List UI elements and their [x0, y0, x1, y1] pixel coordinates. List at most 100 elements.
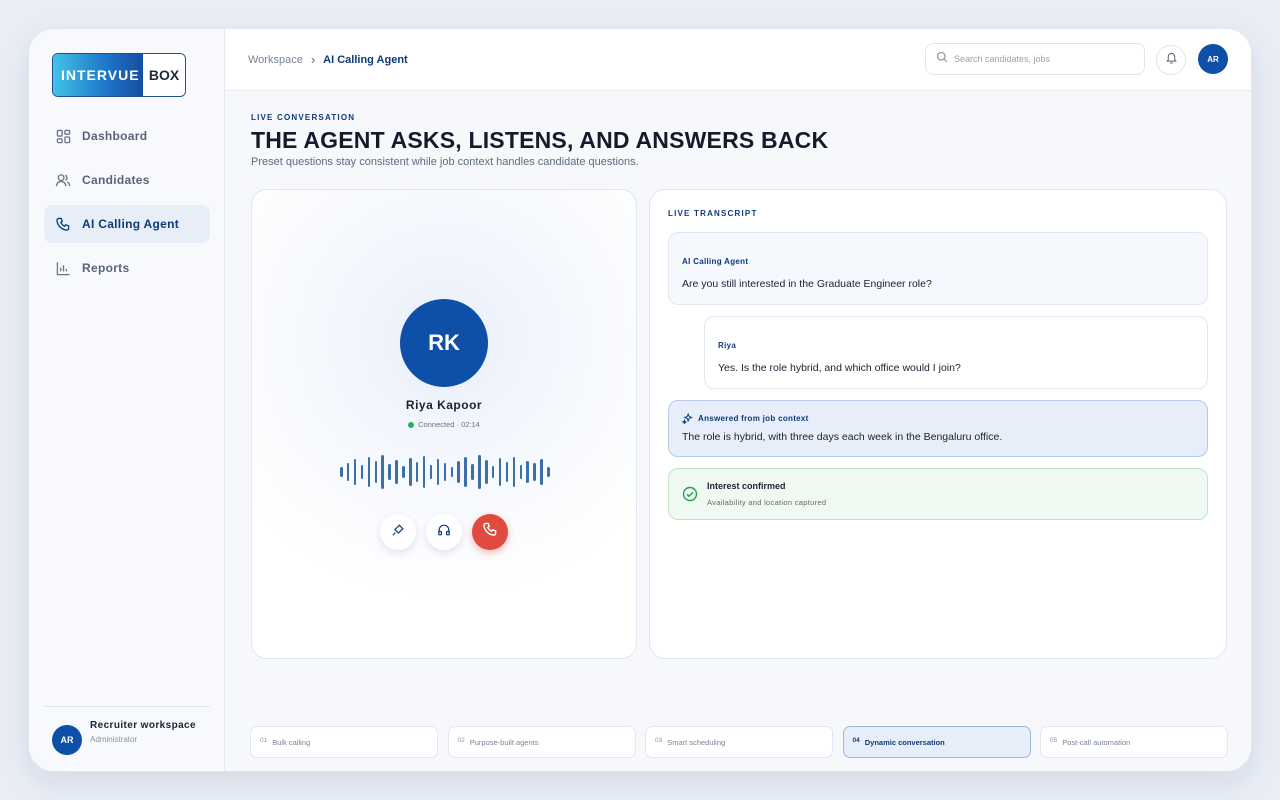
- mute-button[interactable]: [380, 514, 416, 550]
- message-speaker: AI Calling Agent: [682, 257, 749, 266]
- headphones-icon: [437, 523, 451, 542]
- audio-button[interactable]: [426, 514, 462, 550]
- waveform-bar: [346, 463, 350, 481]
- waveform-bar: [526, 461, 529, 483]
- waveform-bar: [485, 460, 488, 484]
- sidebar-item-reports[interactable]: Reports: [44, 249, 210, 287]
- waveform-bar: [402, 466, 405, 478]
- step-label: Purpose-built agents: [469, 737, 539, 747]
- step-label: Bulk calling: [272, 737, 311, 747]
- sidebar-item-label: AI Calling Agent: [82, 217, 180, 231]
- logo-text-left: INTERVUE: [53, 54, 143, 96]
- sidebar-item-label: Dashboard: [82, 129, 148, 143]
- waveform-bar: [547, 467, 550, 477]
- context-answer-text: The role is hybrid, with three days each…: [682, 431, 1003, 443]
- notifications-button[interactable]: [1156, 45, 1186, 75]
- bell-icon: [1165, 51, 1178, 69]
- waveform-bar: [471, 464, 474, 480]
- waveform-bar: [367, 457, 371, 487]
- step-number: 03: [655, 736, 663, 744]
- waveform-bar: [512, 457, 516, 487]
- phone-icon: [54, 215, 72, 233]
- step-post-call-automation[interactable]: 05 Post-call automation: [1040, 726, 1228, 758]
- search-box: [925, 43, 1145, 75]
- waveform-bar: [415, 462, 419, 482]
- search-icon: [936, 50, 948, 68]
- waveform-bar: [353, 459, 357, 485]
- waveform-bar: [381, 455, 384, 489]
- caller-name: Riya Kapoor: [405, 398, 483, 412]
- step-label: Dynamic conversation: [864, 737, 945, 747]
- topbar: Workspace › AI Calling Agent AR: [225, 29, 1251, 91]
- step-bulk-calling[interactable]: 01 Bulk calling: [250, 726, 438, 758]
- user-avatar[interactable]: AR: [1198, 44, 1228, 74]
- audio-waveform: [340, 454, 550, 490]
- waveform-bar: [422, 456, 426, 488]
- waveform-bar: [478, 455, 481, 489]
- step-number: 01: [260, 736, 268, 744]
- sidebar-item-dashboard[interactable]: Dashboard: [44, 117, 210, 155]
- confirmation-card: Interest confirmed Availability and loca…: [668, 468, 1208, 520]
- message-text: Yes. Is the role hybrid, and which offic…: [718, 362, 961, 374]
- status-dot: [408, 421, 415, 428]
- waveform-bar: [429, 465, 433, 479]
- waveform-bar: [450, 467, 453, 477]
- waveform-bar: [533, 463, 536, 481]
- confirmation-title: Interest confirmed: [707, 481, 786, 491]
- breadcrumb-current: AI Calling Agent: [323, 53, 408, 66]
- logo-text-right: BOX: [143, 54, 185, 96]
- microphone-icon: [391, 523, 405, 542]
- waveform-bar: [443, 463, 447, 481]
- waveform-bar: [374, 461, 378, 483]
- step-smart-scheduling[interactable]: 03 Smart scheduling: [645, 726, 833, 758]
- check-circle-icon: [682, 486, 698, 507]
- logo[interactable]: INTERVUE BOX: [52, 53, 186, 97]
- message-text: Are you still interested in the Graduate…: [682, 278, 932, 290]
- waveform-bar: [505, 462, 509, 482]
- waveform-bar: [360, 465, 364, 479]
- breadcrumb-workspace[interactable]: Workspace: [248, 54, 303, 66]
- main-content: Workspace › AI Calling Agent AR LIVE CON…: [225, 29, 1251, 771]
- breadcrumb: Workspace › AI Calling Agent: [248, 52, 408, 67]
- step-number: 02: [457, 736, 465, 744]
- feature-steps: 01 Bulk calling 02 Purpose-built agents …: [250, 726, 1238, 758]
- sidebar-item-candidates[interactable]: Candidates: [44, 161, 210, 199]
- confirmation-subtitle: Availability and location captured: [707, 498, 827, 507]
- context-answer-label: Answered from job context: [698, 414, 809, 423]
- app-window: INTERVUE BOX Dashboard Candidates AI Cal…: [28, 28, 1252, 772]
- waveform-bar: [457, 461, 460, 483]
- sidebar-item-label: Candidates: [82, 173, 150, 187]
- grid-icon: [54, 127, 72, 145]
- waveform-bar: [491, 466, 495, 478]
- waveform-bar: [519, 465, 523, 479]
- step-label: Smart scheduling: [667, 737, 726, 747]
- call-card: RK Riya Kapoor Connected · 02:14: [251, 189, 637, 659]
- sparkle-icon: [682, 413, 693, 424]
- chevron-right-icon: ›: [310, 52, 316, 67]
- page-title: THE AGENT ASKS, LISTENS, AND ANSWERS BAC…: [251, 127, 829, 153]
- step-dynamic-conversation[interactable]: 04 Dynamic conversation: [842, 726, 1031, 758]
- waveform-bar: [464, 457, 467, 487]
- end-call-button[interactable]: [472, 514, 508, 550]
- waveform-bar: [388, 464, 391, 480]
- sidebar-item-label: Reports: [82, 261, 130, 275]
- workspace-switcher[interactable]: AR Recruiter workspace Administrator: [44, 706, 210, 755]
- page-eyebrow: LIVE CONVERSATION: [251, 113, 356, 122]
- page-subtitle: Preset questions stay consistent while j…: [251, 156, 639, 168]
- waveform-bar: [436, 459, 440, 485]
- workspace-role: Administrator: [90, 735, 138, 744]
- waveform-bar: [395, 460, 398, 484]
- context-answer-card: Answered from job context The role is hy…: [668, 400, 1208, 457]
- waveform-bar: [540, 459, 543, 485]
- sidebar-item-ai-calling-agent[interactable]: AI Calling Agent: [44, 205, 210, 243]
- transcript-title: LIVE TRANSCRIPT: [668, 209, 758, 218]
- bar-chart-icon: [54, 259, 72, 277]
- message-speaker: Riya: [718, 341, 737, 350]
- workspace-name: Recruiter workspace: [90, 720, 196, 731]
- transcript-message-agent: AI Calling Agent Are you still intereste…: [668, 232, 1208, 305]
- step-purpose-built-agents[interactable]: 02 Purpose-built agents: [447, 726, 636, 758]
- context-answer-header: Answered from job context: [682, 413, 809, 424]
- search-input[interactable]: [954, 54, 1124, 64]
- call-status-text: Connected · 02:14: [418, 420, 480, 429]
- waveform-bar: [409, 458, 412, 486]
